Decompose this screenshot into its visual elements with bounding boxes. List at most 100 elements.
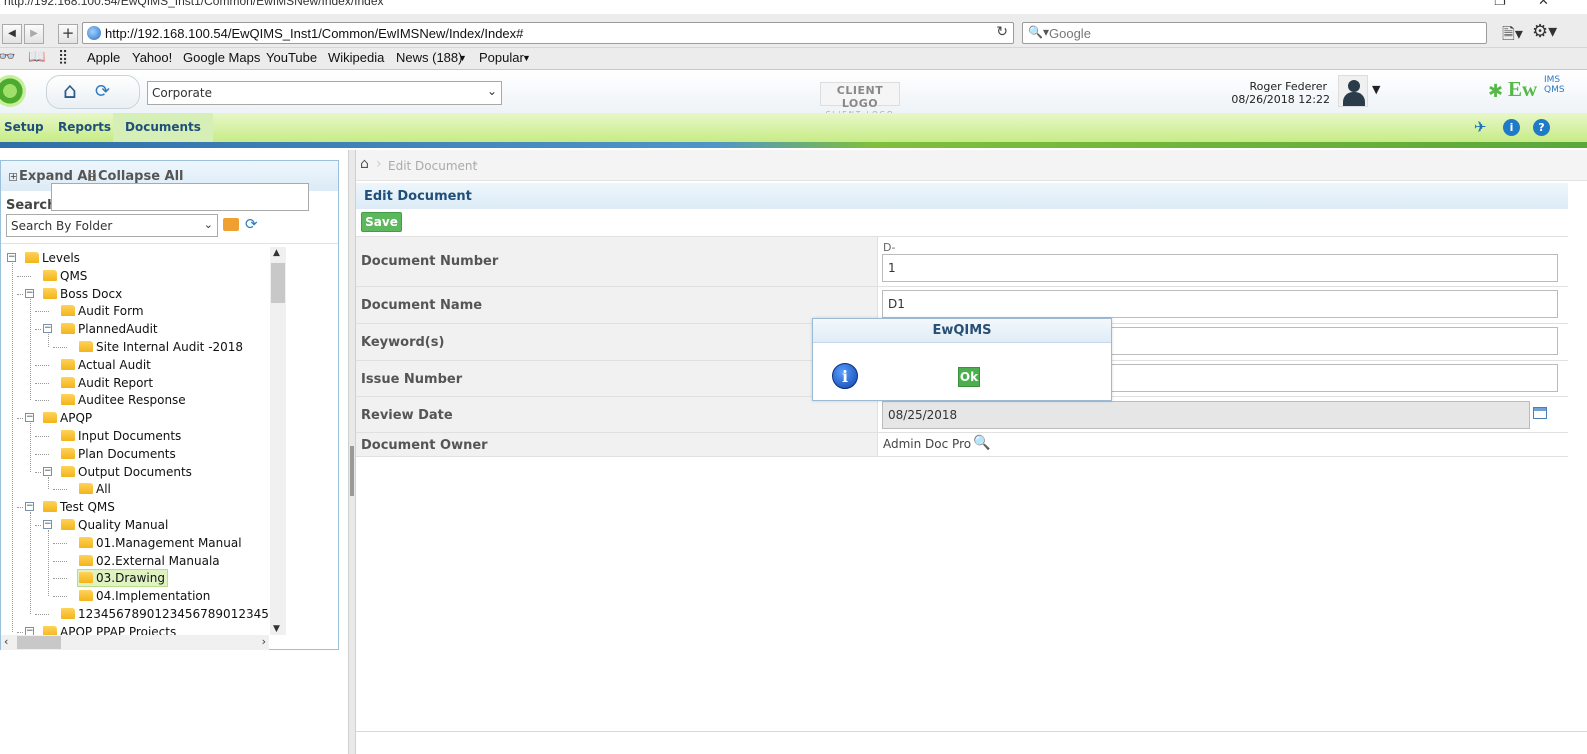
tree-node[interactable]: Audit Form — [1, 302, 269, 320]
close-window-icon[interactable]: ✕ — [1538, 0, 1549, 9]
tree-node[interactable]: All — [1, 480, 269, 498]
tree-node[interactable]: Input Documents — [1, 427, 269, 445]
collapse-node-icon[interactable]: − — [43, 520, 52, 529]
bookmark-apple[interactable]: Apple — [87, 50, 120, 65]
tree-node-label[interactable]: Quality Manual — [76, 516, 170, 534]
tree-node-label[interactable]: Auditee Response — [76, 391, 188, 409]
panel-splitter[interactable] — [348, 150, 356, 754]
tree-node[interactable]: 04.Implementation — [1, 587, 269, 605]
collapse-node-icon[interactable]: − — [43, 466, 52, 476]
splitter-grip[interactable] — [350, 446, 354, 496]
tree-node[interactable]: − Output Documents — [1, 463, 269, 481]
reload-icon[interactable]: ↻ — [996, 24, 1008, 40]
tree-node[interactable]: 01.Management Manual — [1, 534, 269, 552]
tree-node[interactable]: − PlannedAudit — [1, 320, 269, 338]
tree-node[interactable]: − APQP PPAP Projects — [1, 623, 269, 635]
scroll-left-icon[interactable]: ‹ — [4, 635, 8, 648]
forward-button[interactable]: ▶ — [24, 24, 44, 44]
ok-button[interactable]: Ok — [958, 367, 980, 387]
collapse-all-button[interactable]: − Collapse All — [88, 169, 184, 184]
review-date-input[interactable]: 08/25/2018 — [882, 401, 1530, 429]
tree-node[interactable]: − Levels — [1, 249, 269, 267]
collapse-node-icon[interactable]: − — [25, 413, 34, 423]
tree-node-label[interactable]: 01.Management Manual — [94, 534, 244, 552]
help-icon[interactable]: ? — [1533, 119, 1550, 136]
bookmark-popular[interactable]: Popular — [479, 50, 524, 65]
tree-search-input[interactable] — [51, 183, 309, 211]
tree-node[interactable]: Plan Documents — [1, 445, 269, 463]
tree-node-label[interactable]: PlannedAudit — [76, 320, 160, 338]
user-menu-caret-icon[interactable]: ▼ — [1372, 83, 1380, 96]
bookmark-yahoo[interactable]: Yahoo! — [132, 50, 172, 65]
breadcrumb-home-icon[interactable]: ⌂ — [360, 156, 369, 172]
tree-node-label[interactable]: 04.Implementation — [94, 587, 212, 605]
tree-node[interactable]: Auditee Response — [1, 391, 269, 409]
restore-window-icon[interactable]: ❐ — [1494, 0, 1506, 9]
avatar[interactable] — [1338, 75, 1368, 107]
scroll-thumb[interactable] — [271, 263, 285, 303]
calendar-icon[interactable] — [1533, 407, 1547, 419]
tree-node[interactable]: 02.External Manuala — [1, 552, 269, 570]
tree-node-label[interactable]: Levels — [40, 249, 82, 267]
tree-node-label[interactable]: Site Internal Audit -2018 — [94, 338, 245, 356]
tree-node[interactable]: − APQP — [1, 409, 269, 427]
menu-reports[interactable]: Reports — [58, 113, 111, 142]
tree-node[interactable]: 12345678901234567890123456789 — [1, 605, 269, 623]
home-icon[interactable]: ⌂ — [63, 79, 77, 105]
tree-node-label[interactable]: Input Documents — [76, 427, 183, 445]
folder-search-icon[interactable] — [223, 218, 239, 231]
scroll-right-icon[interactable]: › — [262, 635, 266, 648]
tree-refresh-icon[interactable]: ⟳ — [245, 215, 258, 233]
bookmark-news[interactable]: News (188) — [396, 50, 462, 65]
bookmark-youtube[interactable]: YouTube — [266, 50, 317, 65]
page-menu-icon[interactable]: 🗎▾ — [1502, 23, 1523, 50]
tree-node-label[interactable]: APQP PPAP Projects — [58, 623, 178, 635]
menu-setup[interactable]: Setup — [4, 113, 44, 142]
tree-node[interactable]: Audit Report — [1, 374, 269, 392]
tree-node-label[interactable]: Test QMS — [58, 498, 117, 516]
tree-node[interactable]: − Boss Docx — [1, 285, 269, 303]
document-number-input[interactable]: 1 — [882, 254, 1558, 282]
grid-icon[interactable]: ⣿ — [58, 49, 68, 65]
collapse-node-icon[interactable]: − — [25, 288, 34, 298]
info-icon[interactable]: i — [1503, 119, 1520, 136]
news-caret-icon[interactable]: ▼ — [458, 53, 467, 63]
tree-node[interactable]: Actual Audit — [1, 356, 269, 374]
tree-node-label[interactable]: Plan Documents — [76, 445, 178, 463]
tree-node-label[interactable]: Output Documents — [76, 463, 194, 481]
owner-search-icon[interactable]: 🔍 — [973, 435, 990, 451]
gear-icon[interactable]: ⚙▾ — [1532, 21, 1557, 42]
tree-horizontal-scrollbar[interactable]: ‹ › — [1, 635, 269, 650]
document-name-input[interactable]: D1 — [882, 290, 1558, 318]
popular-caret-icon[interactable]: ▼ — [522, 53, 531, 63]
tree-node-label[interactable]: 02.External Manuala — [94, 552, 222, 570]
tree-node-label[interactable]: All — [94, 480, 113, 498]
save-button[interactable]: Save — [361, 212, 402, 232]
tree-vertical-scrollbar[interactable]: ▲ ▼ — [270, 247, 286, 635]
bookmark-google-maps[interactable]: Google Maps — [183, 50, 260, 65]
tree-node-label[interactable]: QMS — [58, 267, 89, 285]
bookmark-wikipedia[interactable]: Wikipedia — [328, 50, 384, 65]
tree-node[interactable]: QMS — [1, 267, 269, 285]
refresh-icon[interactable]: ⟳ — [95, 81, 110, 103]
tree-node-label[interactable]: APQP — [58, 409, 94, 427]
reading-glasses-icon[interactable]: 👓 — [0, 49, 15, 65]
tree-node-label[interactable]: Actual Audit — [76, 356, 153, 374]
browser-search-input[interactable]: 🔍▾ Google — [1022, 22, 1487, 44]
tree-node-label[interactable]: Boss Docx — [58, 285, 124, 303]
book-icon[interactable]: 📖 — [28, 49, 45, 65]
tree-node[interactable]: − Test QMS — [1, 498, 269, 516]
location-select[interactable]: Corporate ⌄ — [147, 81, 502, 105]
dialog-header[interactable]: EwQIMS — [813, 319, 1111, 343]
scroll-up-icon[interactable]: ▲ — [273, 248, 280, 258]
expand-all-button[interactable]: + Expand All — [9, 169, 96, 184]
address-bar[interactable]: http://192.168.100.54/EwQIMS_Inst1/Commo… — [82, 22, 1014, 44]
tree-node-label[interactable]: 12345678901234567890123456789 — [76, 605, 269, 623]
tree-node[interactable]: Site Internal Audit -2018 — [1, 338, 269, 356]
scroll-down-icon[interactable]: ▼ — [273, 624, 280, 634]
back-button[interactable]: ◀ — [2, 24, 22, 44]
new-tab-button[interactable]: + — [58, 24, 78, 44]
tree-node-label[interactable]: Audit Form — [76, 302, 146, 320]
scroll-thumb[interactable] — [17, 636, 61, 649]
tree-node[interactable]: − Quality Manual — [1, 516, 269, 534]
